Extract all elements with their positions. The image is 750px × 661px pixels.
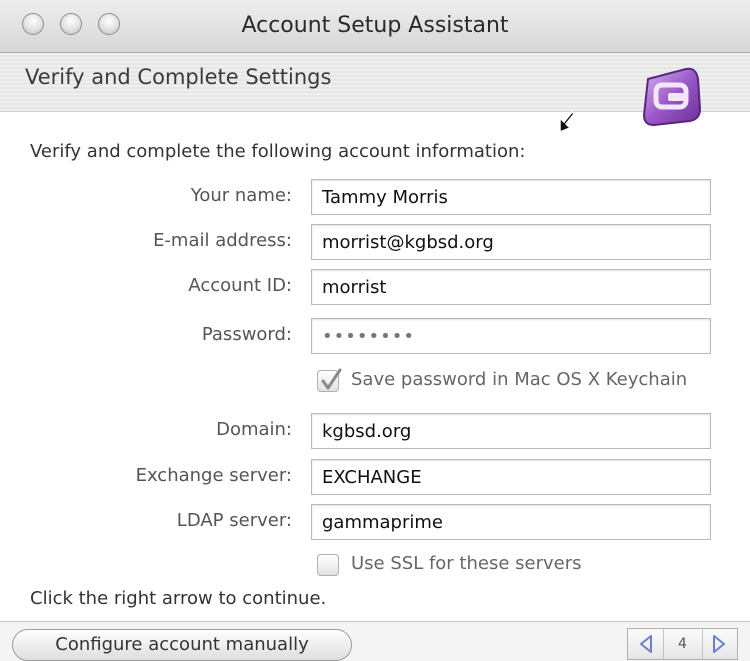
password-label: Password: [201, 324, 292, 345]
your-name-label: Your name: [190, 185, 292, 206]
exchange-server-label: Exchange server: [135, 465, 292, 486]
previous-arrow-icon[interactable] [630, 629, 662, 659]
your-name-row: Your name: [0, 179, 750, 217]
domain-row: Domain: [0, 413, 750, 451]
use-ssl-label: Use SSL for these servers [351, 553, 582, 574]
account-id-row: Account ID: [0, 269, 750, 307]
page-number: 4 [678, 636, 687, 652]
domain-label: Domain: [216, 419, 292, 440]
setup-assistant-window: Account Setup Assistant Verify and Compl… [0, 0, 750, 661]
ldap-server-label: LDAP server: [176, 510, 292, 531]
password-row: Password: [0, 318, 750, 356]
email-field[interactable] [311, 224, 711, 260]
configure-manually-button[interactable]: Configure account manually [12, 629, 352, 661]
save-password-label: Save password in Mac OS X Keychain [351, 369, 688, 390]
entourage-logo-icon [642, 67, 702, 127]
mouse-cursor-icon [559, 110, 576, 134]
checkmark-icon [321, 368, 342, 390]
domain-field[interactable] [311, 413, 711, 449]
save-password-checkbox[interactable] [317, 368, 342, 392]
next-arrow-icon[interactable] [703, 629, 735, 659]
email-row: E-mail address: [0, 224, 750, 262]
password-field[interactable] [311, 318, 711, 354]
ldap-server-field[interactable] [311, 504, 711, 540]
account-id-field[interactable] [311, 269, 711, 305]
title-bar: Account Setup Assistant [0, 0, 750, 53]
intro-text: Verify and complete the following accoun… [30, 141, 526, 162]
account-id-label: Account ID: [188, 275, 292, 296]
step-header: Verify and Complete Settings [0, 53, 750, 112]
continue-hint: Click the right arrow to continue. [30, 588, 327, 609]
ldap-server-row: LDAP server: [0, 504, 750, 542]
page-navigator: 4 [627, 628, 738, 660]
your-name-field[interactable] [311, 179, 711, 215]
step-title: Verify and Complete Settings [25, 65, 332, 89]
exchange-server-field[interactable] [311, 459, 711, 495]
exchange-server-row: Exchange server: [0, 459, 750, 497]
use-ssl-checkbox[interactable] [317, 554, 339, 576]
email-label: E-mail address: [153, 230, 292, 251]
window-title: Account Setup Assistant [241, 13, 509, 38]
